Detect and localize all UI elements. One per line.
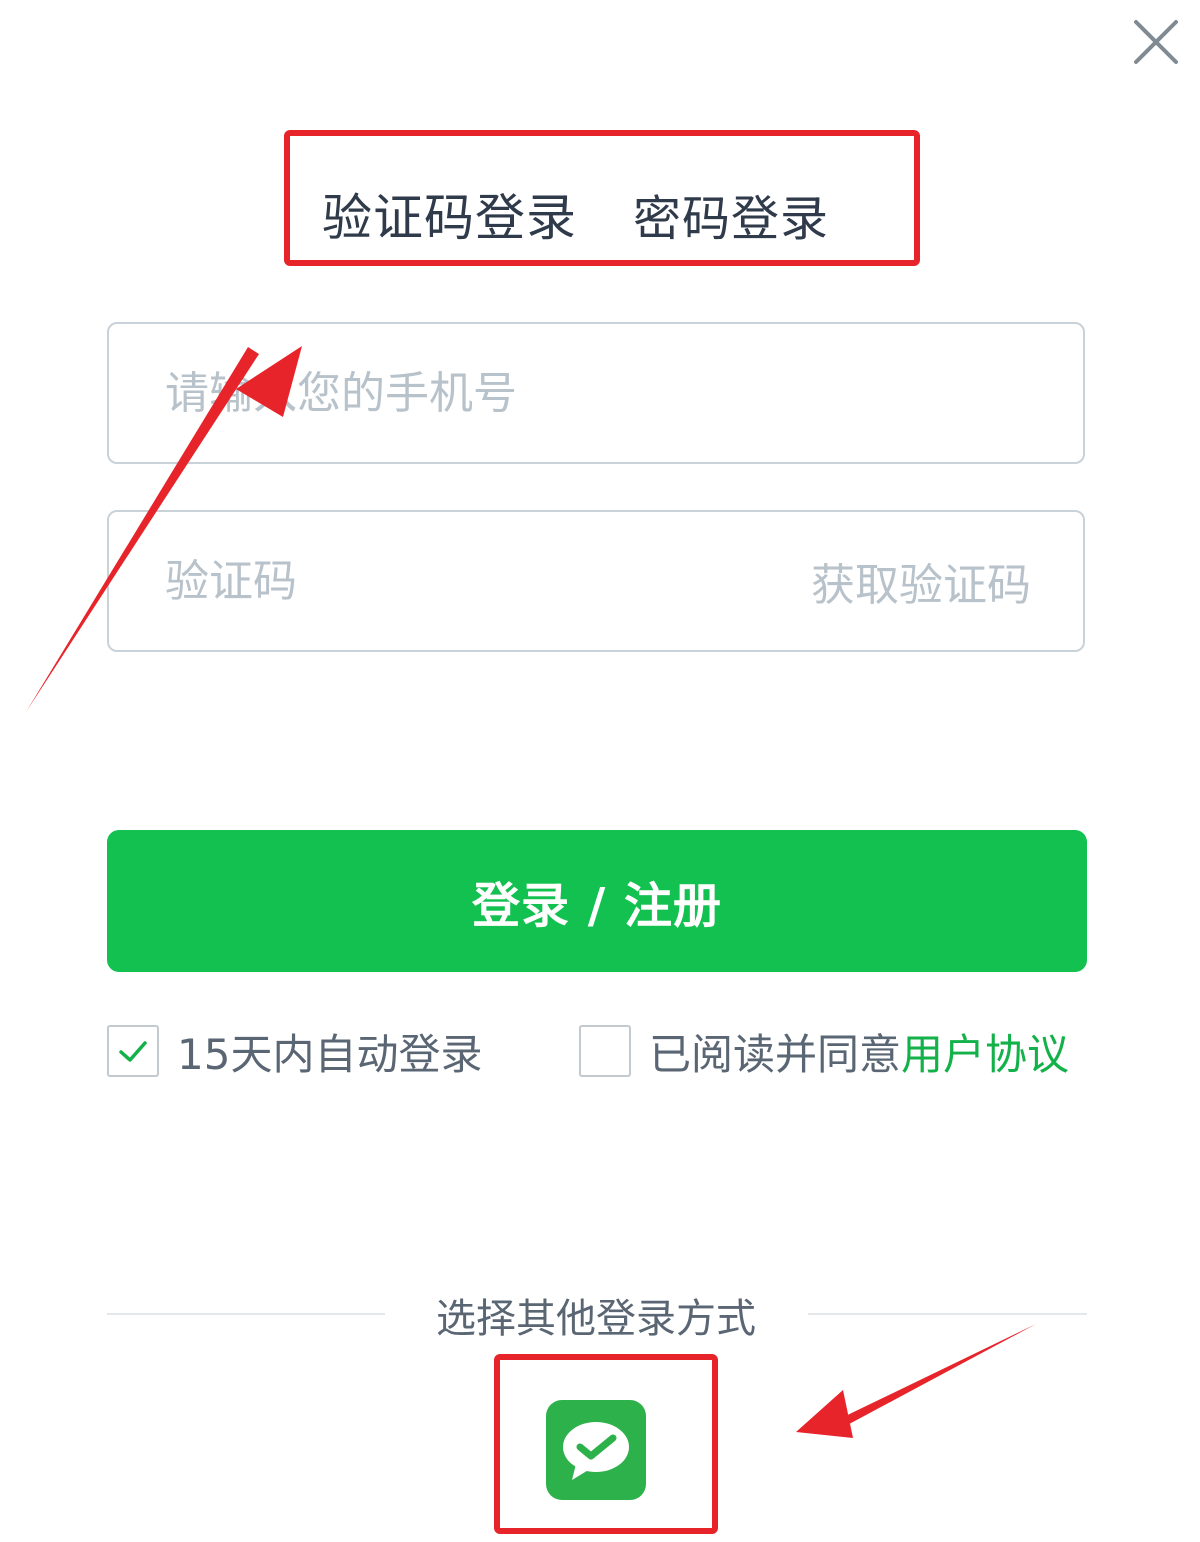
agreement-row: 已阅读并同意用户协议 (579, 1022, 1069, 1080)
code-input[interactable] (165, 512, 725, 650)
get-code-button[interactable]: 获取验证码 (811, 512, 1031, 650)
close-button[interactable] (1128, 14, 1184, 70)
other-login-methods-title: 选择其他登录方式 (436, 1296, 756, 1342)
auto-login-checkbox[interactable] (107, 1025, 159, 1077)
auto-login-row: 15天内自动登录 (107, 1022, 482, 1080)
checkmark-icon (119, 1041, 147, 1062)
phone-field (107, 322, 1085, 464)
close-icon (1134, 20, 1178, 64)
agreement-checkbox[interactable] (579, 1025, 631, 1077)
agreement-text: 已阅读并同意 (649, 1029, 902, 1079)
user-agreement-link[interactable]: 用户协议 (901, 1030, 1069, 1079)
code-field: 获取验证码 (107, 510, 1085, 652)
phone-input[interactable] (165, 324, 725, 462)
divider-left (107, 1313, 385, 1315)
highlight-box-wechat (494, 1354, 718, 1534)
highlight-box-tabs (284, 130, 920, 266)
login-register-button[interactable]: 登录 / 注册 (107, 830, 1087, 972)
agreement-label: 已阅读并同意用户协议 (649, 1021, 1069, 1082)
login-dialog: 验证码登录 密码登录 获取验证码 登录 / 注册 15天内自动登录 已阅读并同意… (0, 0, 1200, 1542)
divider-right (808, 1313, 1087, 1315)
auto-login-label: 15天内自动登录 (177, 1029, 483, 1079)
arrow-to-wechat (796, 1324, 1036, 1438)
